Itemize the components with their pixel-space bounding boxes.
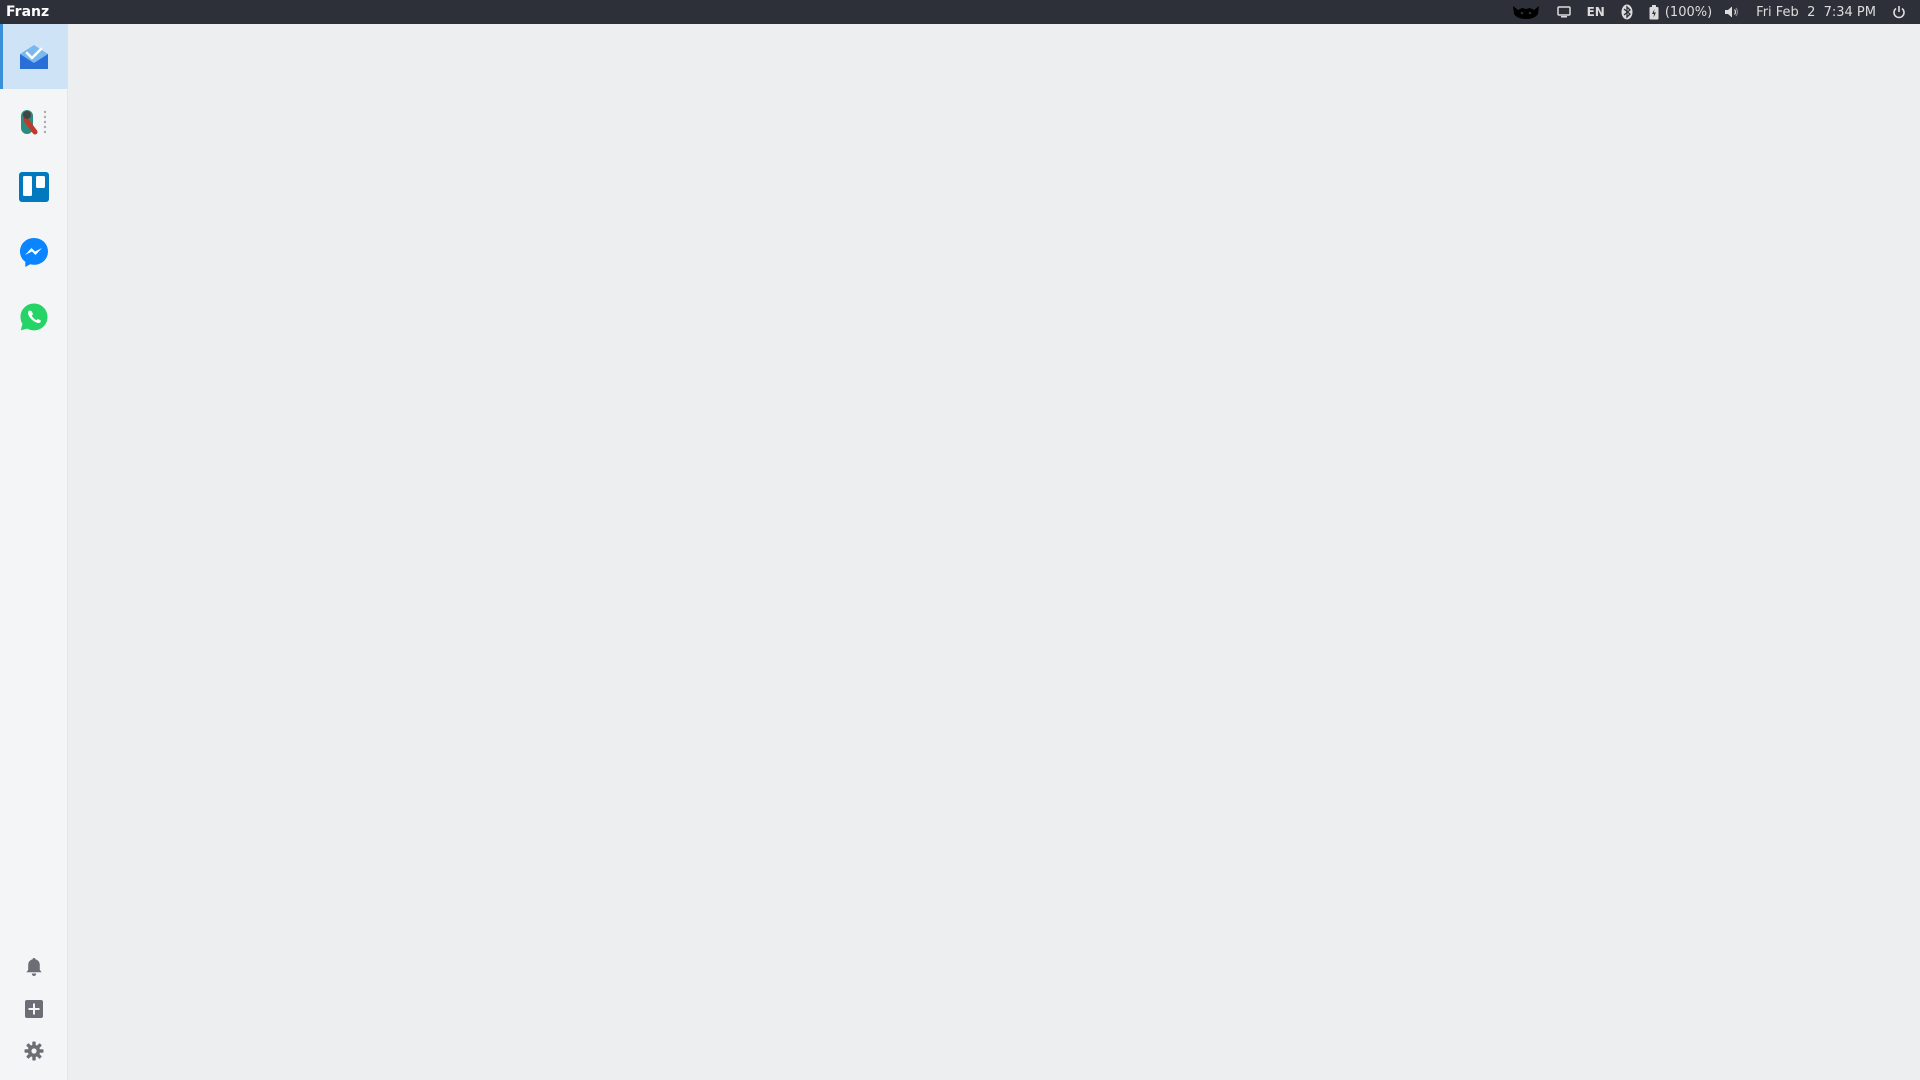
trello-icon xyxy=(19,171,49,202)
gear-icon xyxy=(24,1041,44,1061)
whatsapp-icon xyxy=(20,303,48,330)
service-whatsapp[interactable] xyxy=(0,284,68,349)
keyboard-layout[interactable]: EN xyxy=(1579,0,1613,24)
rocket-chat-icon xyxy=(21,109,47,134)
datetime[interactable]: Fri Feb 2 7:34 PM xyxy=(1748,0,1884,24)
notifications-button[interactable] xyxy=(0,946,68,988)
battery-status[interactable]: (100%) xyxy=(1641,0,1716,24)
system-tray: EN (100%) Fri Feb 2 7:34 PM xyxy=(1503,0,1920,24)
messenger-icon xyxy=(20,237,48,267)
sidebar-tools xyxy=(0,946,68,1072)
cat-indicator-icon[interactable] xyxy=(1503,0,1549,24)
add-service-icon xyxy=(25,1000,43,1018)
service-webview[interactable] xyxy=(68,24,1920,1080)
service-trello[interactable] xyxy=(0,154,68,219)
service-messenger[interactable] xyxy=(0,219,68,284)
service-inbox[interactable] xyxy=(0,24,68,89)
volume-icon[interactable] xyxy=(1716,0,1748,24)
add-service-button[interactable] xyxy=(0,988,68,1030)
bluetooth-icon[interactable] xyxy=(1613,0,1641,24)
display-icon[interactable] xyxy=(1549,0,1579,24)
settings-button[interactable] xyxy=(0,1030,68,1072)
service-sidebar xyxy=(0,24,68,1080)
battery-percent: (100%) xyxy=(1664,4,1713,20)
app-name: Franz xyxy=(6,4,50,20)
bell-icon xyxy=(26,958,42,976)
power-icon[interactable] xyxy=(1884,0,1914,24)
system-top-bar: Franz EN (100%) Fri Feb 2 7:34 PM xyxy=(0,0,1920,24)
inbox-mail-icon xyxy=(20,44,48,69)
service-rocket-chat[interactable] xyxy=(0,89,68,154)
battery-icon xyxy=(1649,4,1659,19)
